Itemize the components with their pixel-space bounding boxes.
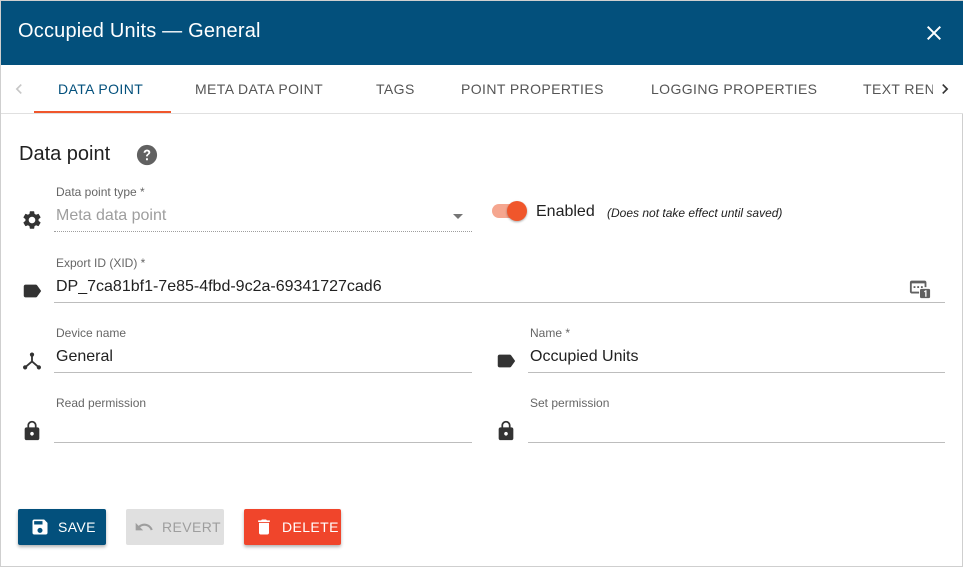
delete-button-label: Delete: [282, 519, 339, 535]
name-underline: [528, 372, 945, 373]
undo-icon: [135, 522, 153, 531]
label-tag-icon: [497, 354, 516, 368]
save-icon: [32, 519, 48, 535]
data-point-type-underline: [54, 231, 472, 232]
generate-id-icon[interactable]: [909, 277, 931, 299]
save-button[interactable]: Save: [18, 509, 106, 545]
tab-tags[interactable]: Tags: [376, 65, 415, 113]
data-point-type-label: Data point type *: [56, 185, 145, 199]
delete-button[interactable]: Delete: [244, 509, 341, 545]
set-permission-label: Set permission: [530, 396, 610, 410]
save-button-label: Save: [58, 519, 96, 535]
chevron-down-icon: [453, 214, 463, 219]
device-name-label: Device name: [56, 326, 127, 340]
read-permission-underline: [54, 442, 472, 443]
export-id-input[interactable]: DP_7ca81bf1-7e85-4fbd-9c2a-69341727cad6: [56, 278, 382, 296]
edit-data-point-dialog: Occupied Units — General Data point Meta…: [0, 0, 963, 567]
enabled-note: (Does not take effect until saved): [607, 206, 783, 220]
chevron-right-icon[interactable]: [935, 79, 955, 99]
enabled-toggle[interactable]: [492, 200, 528, 222]
export-id-label: Export ID (XID) *: [56, 256, 146, 270]
close-icon[interactable]: [922, 21, 946, 45]
read-permission-label: Read permission: [56, 396, 147, 410]
tab-text-renderer[interactable]: Text ren: [863, 65, 933, 113]
data-point-type-select[interactable]: Meta data point: [56, 207, 166, 225]
export-id-underline: [54, 302, 945, 303]
chevron-left-icon[interactable]: [9, 79, 29, 99]
section-title: Data point: [19, 143, 111, 165]
label-tag-icon: [23, 284, 42, 298]
revert-button[interactable]: Revert: [126, 509, 224, 545]
name-input[interactable]: Occupied Units: [530, 348, 639, 366]
lock-icon: [24, 420, 40, 441]
active-tab-indicator: [34, 111, 171, 113]
device-name-underline: [54, 372, 472, 373]
tab-data-point[interactable]: Data point: [58, 65, 143, 113]
device-tree-icon: [23, 352, 41, 370]
name-label: Name *: [530, 326, 571, 340]
help-icon[interactable]: [136, 144, 158, 166]
gear-icon: [23, 211, 41, 229]
dialog-titlebar: Occupied Units — General: [1, 1, 963, 65]
tab-logging-properties[interactable]: Logging properties: [651, 65, 817, 113]
lock-icon: [498, 420, 514, 441]
tab-meta-data-point[interactable]: Meta data point: [195, 65, 323, 113]
revert-button-label: Revert: [162, 519, 221, 535]
set-permission-underline: [528, 442, 945, 443]
enabled-label: Enabled: [536, 203, 595, 220]
toggle-thumb: [507, 201, 527, 221]
tab-point-properties[interactable]: Point properties: [461, 65, 604, 113]
trash-icon: [258, 519, 270, 535]
dialog-title: Occupied Units — General: [18, 20, 261, 42]
tab-bar: Data point Meta data point Tags Point pr…: [1, 65, 963, 114]
device-name-input[interactable]: General: [56, 348, 113, 366]
